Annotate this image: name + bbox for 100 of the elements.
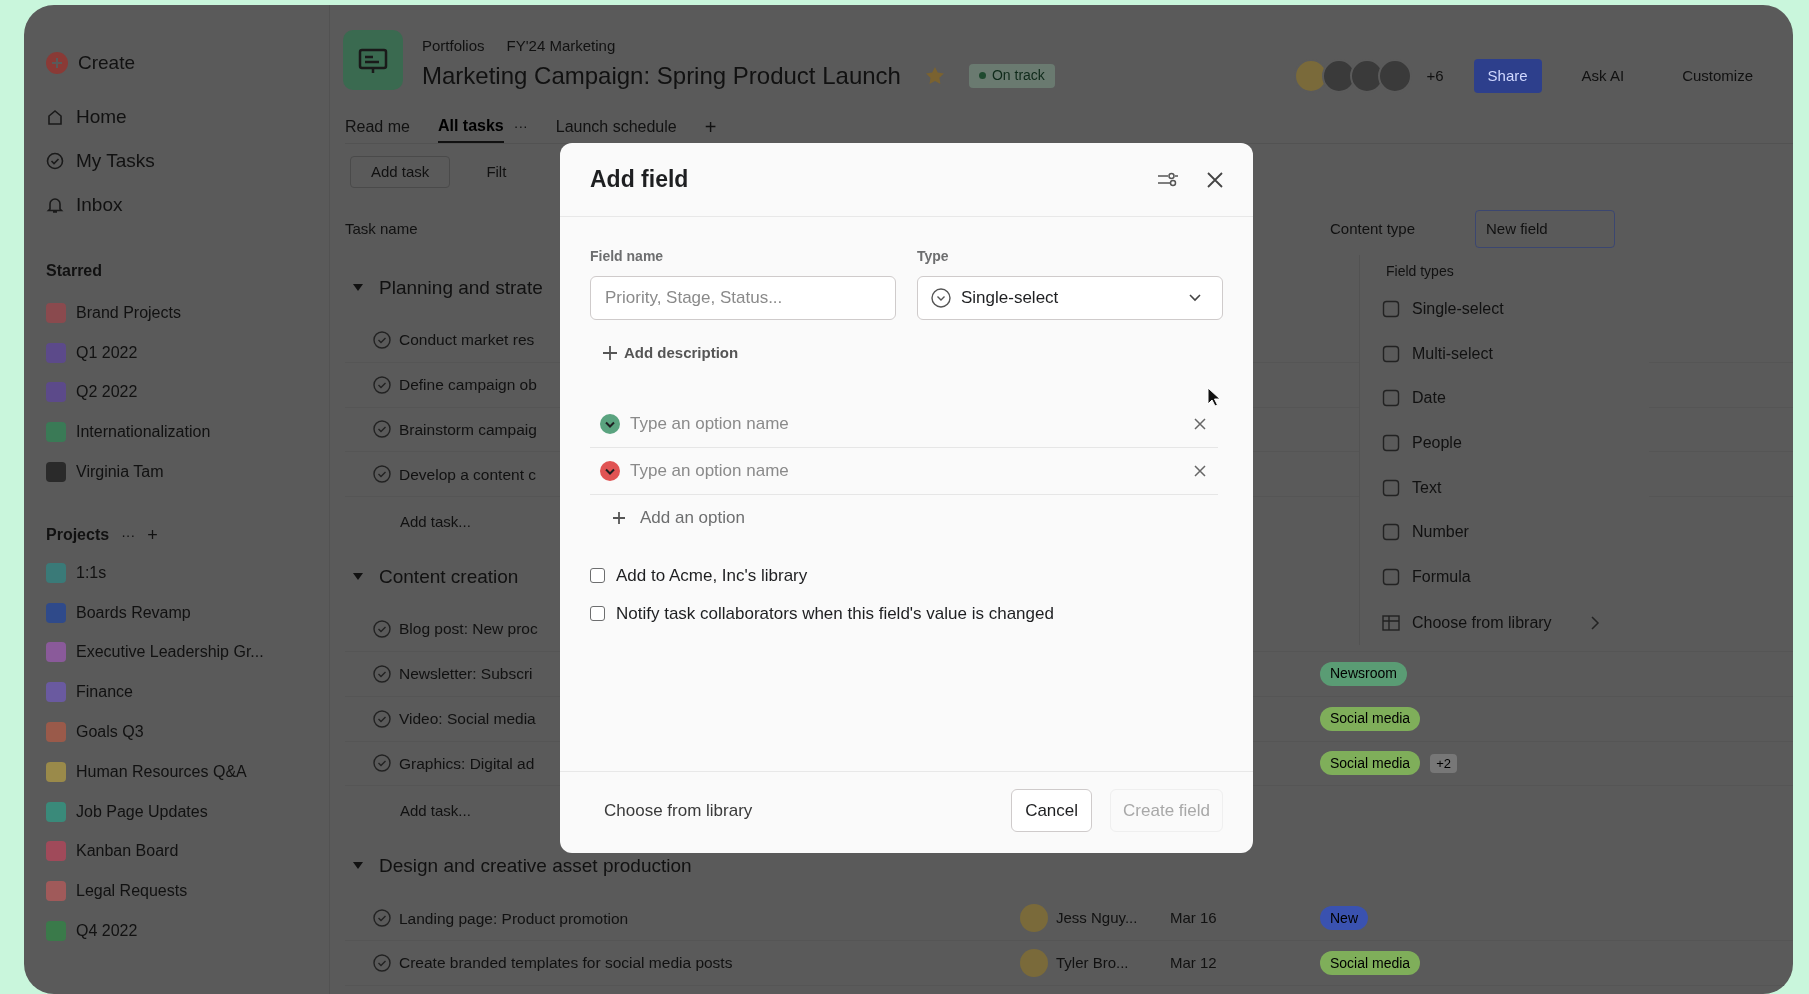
checkbox[interactable] [590, 567, 605, 583]
menu-item[interactable]: Text [1382, 465, 1649, 510]
check-circle-icon [373, 620, 391, 639]
more-button[interactable]: ··· [513, 116, 528, 137]
create-button[interactable]: Create [46, 45, 329, 81]
check-circle-icon [373, 465, 391, 484]
section-title: Planning and strate [379, 275, 543, 300]
star-icon [924, 65, 945, 86]
choose-library-link[interactable]: Choose from library [604, 797, 753, 824]
check-circle-icon [373, 330, 391, 349]
project-icon [46, 682, 66, 703]
field-name-input[interactable]: Priority, Stage, Status... [590, 276, 896, 320]
menu-item[interactable]: Multi-select [1382, 331, 1649, 377]
plus-circle-icon [46, 52, 68, 74]
status-pill: On track [968, 63, 1055, 88]
checkbox[interactable] [590, 606, 605, 622]
dialog-title: Add field [590, 165, 689, 195]
section-title: Content creation [379, 564, 519, 589]
remove-option-button[interactable] [1194, 464, 1206, 477]
menu-item[interactable]: Number [1382, 509, 1649, 555]
nav-item[interactable]: Home [46, 95, 329, 139]
task-name: Video: Social media [399, 709, 536, 730]
nav-item[interactable]: My Tasks [46, 139, 329, 183]
check-circle-icon [373, 709, 391, 728]
project-item[interactable]: Q4 2022 [46, 911, 329, 951]
caret-icon [353, 862, 363, 871]
task-name: Conduct market res [399, 330, 535, 351]
field-type-icon [1382, 300, 1400, 319]
more-button[interactable]: ··· [121, 525, 136, 546]
project-item[interactable]: 1:1s [46, 553, 329, 593]
close-button[interactable] [1207, 171, 1223, 188]
remove-option-button[interactable] [1194, 417, 1206, 430]
project-icon [46, 841, 66, 862]
option-name-input[interactable]: Type an option name [630, 457, 1184, 484]
tab[interactable]: Launch schedule [555, 110, 677, 143]
more-count: +2 [1430, 753, 1457, 774]
section-heading: Starred [46, 261, 104, 281]
menu-item[interactable]: Single-select [1382, 287, 1649, 332]
assignee-name: Tyler Bro... [1056, 952, 1129, 973]
project-item[interactable]: Q2 2022 [46, 372, 329, 413]
breadcrumb-link[interactable]: FY'24 Marketing [506, 35, 616, 58]
chevron-right-icon [1589, 616, 1600, 631]
nav-item[interactable]: Inbox [46, 183, 329, 227]
project-title: Marketing Campaign: Spring Product Launch [422, 60, 901, 91]
add-option-button[interactable]: Add an option [612, 494, 745, 541]
project-icon [46, 342, 66, 363]
task-name: Blog post: New proc [399, 619, 538, 640]
project-icon [46, 642, 66, 663]
filter-button[interactable]: Filt [486, 160, 507, 184]
check-circle-icon [373, 664, 391, 683]
project-item[interactable]: Executive Leadership Gr... [46, 632, 329, 673]
tab[interactable]: Read me [345, 110, 410, 143]
project-item[interactable]: Brand Projects [46, 293, 329, 333]
project-icon [46, 422, 66, 443]
check-circle-icon [373, 954, 391, 973]
field-type-icon [1382, 478, 1400, 497]
project-item[interactable]: Boards Revamp [46, 592, 329, 633]
check-circle-icon [373, 420, 391, 439]
settings-button[interactable] [1157, 171, 1179, 188]
project-item[interactable]: Goals Q3 [46, 712, 329, 752]
project-item[interactable]: Finance [46, 672, 329, 713]
project-item[interactable]: Job Page Updates [46, 791, 329, 832]
plus-icon [602, 345, 618, 362]
add-description-button[interactable]: Add description [602, 342, 739, 365]
menu-item[interactable]: Date [1382, 376, 1649, 421]
project-item[interactable]: Legal Requests [46, 871, 329, 912]
field-type-icon [1382, 434, 1400, 453]
project-icon [46, 602, 66, 623]
add-button[interactable]: + [147, 522, 158, 549]
field-type-icon [1382, 523, 1400, 542]
add-task-button[interactable]: Add task [350, 156, 451, 188]
project-icon [46, 761, 66, 782]
ask-ai-button[interactable]: Ask AI [1567, 59, 1639, 93]
project-item[interactable]: Virginia Tam [46, 452, 329, 492]
task-name: Newsletter: Subscri [399, 664, 533, 685]
tag: New [1320, 906, 1368, 931]
field-type-icon [1382, 567, 1400, 586]
tab[interactable]: All tasks [437, 110, 504, 143]
checkbox-label: Notify task collaborators when this field's value is changed [616, 603, 1054, 625]
tag: Social media [1320, 706, 1421, 731]
menu-item[interactable]: Choose from library [1382, 601, 1649, 646]
caret-icon [353, 573, 363, 582]
project-item[interactable]: Human Resources Q&A [46, 751, 329, 792]
type-dropdown[interactable]: Single-select [917, 276, 1223, 320]
customize-button[interactable]: Customize [1672, 59, 1763, 93]
share-button[interactable]: Share [1473, 59, 1542, 93]
project-icon [46, 562, 66, 583]
project-item[interactable]: Kanban Board [46, 831, 329, 872]
breadcrumb-link[interactable]: Portfolios [422, 35, 485, 58]
project-item[interactable]: Internationalization [46, 412, 329, 453]
task-name: Landing page: Product promotion [399, 908, 629, 929]
close-icon [1207, 171, 1223, 188]
add-tab-button[interactable]: + [704, 111, 717, 142]
project-item[interactable]: Q1 2022 [46, 332, 329, 373]
project-icon [46, 302, 66, 323]
cancel-button[interactable]: Cancel [1011, 789, 1093, 832]
menu-item[interactable]: People [1382, 420, 1649, 466]
option-name-input[interactable]: Type an option name [630, 410, 1184, 437]
new-field-input[interactable]: New field [1475, 210, 1615, 248]
menu-item[interactable]: Formula [1382, 554, 1649, 600]
